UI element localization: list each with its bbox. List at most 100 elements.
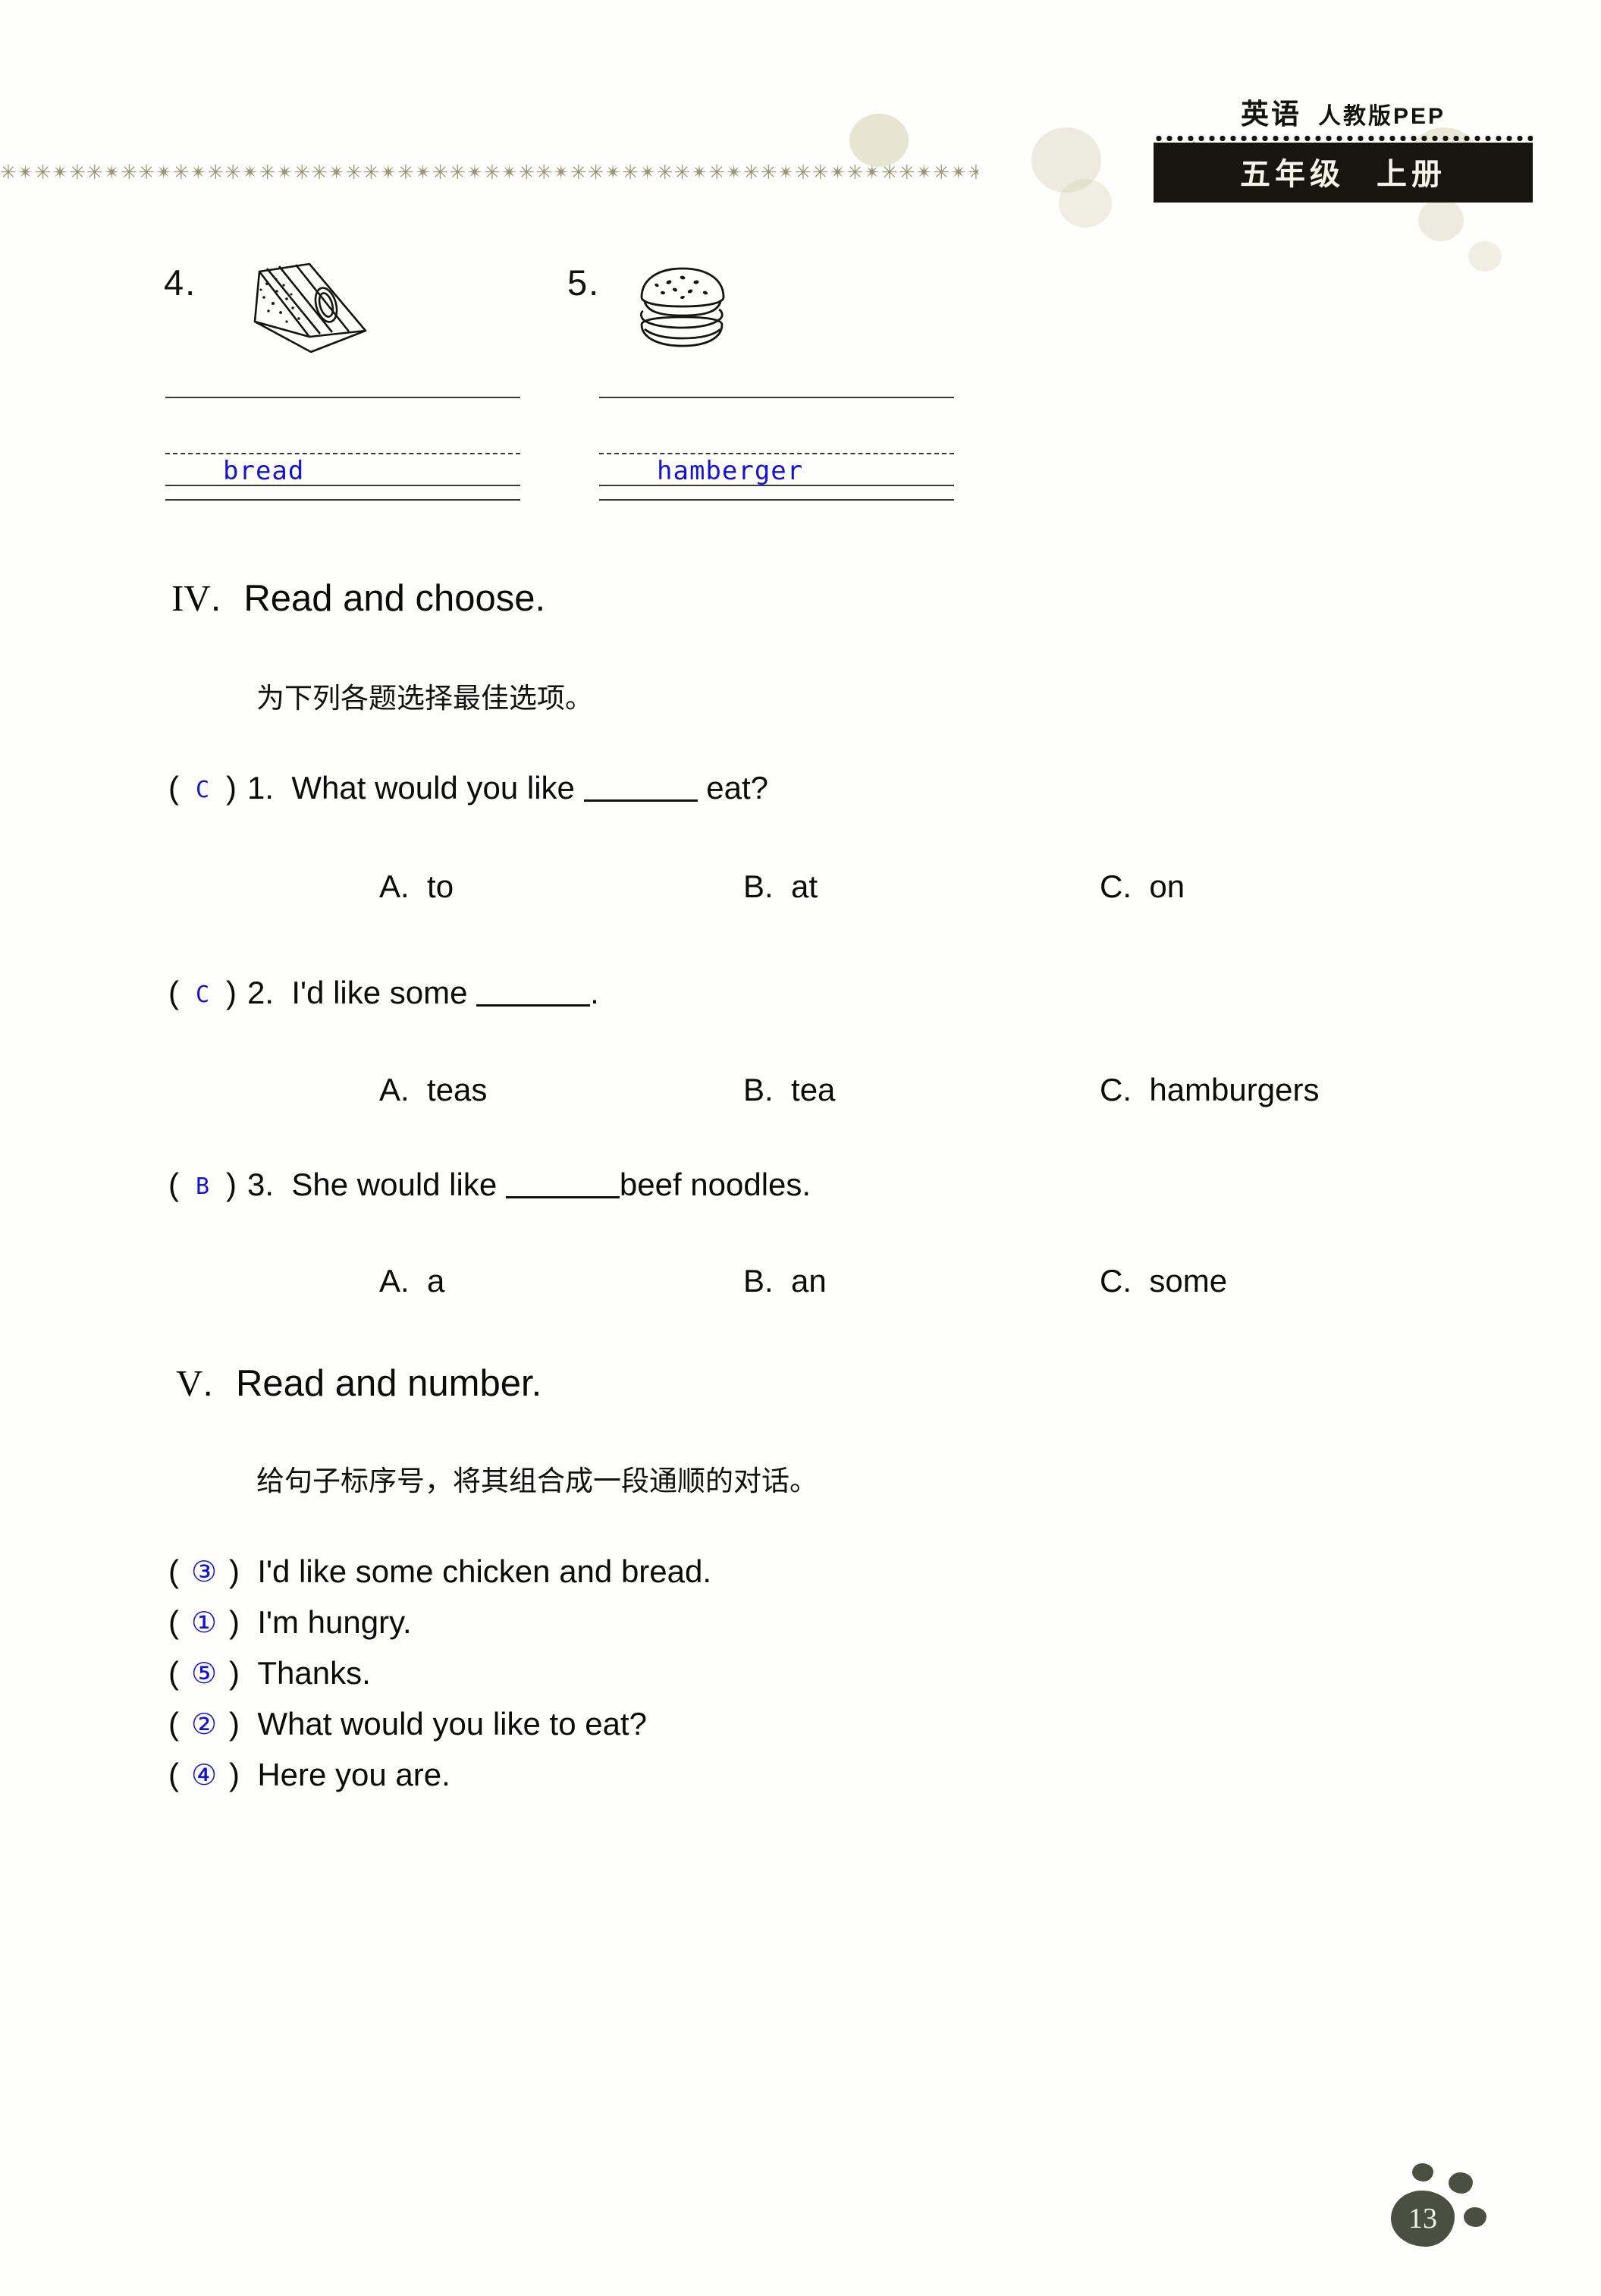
question-2-options: A. teas B. tea C. hamburgers [379, 1072, 1319, 1108]
question-3-option-c[interactable]: C. some [1100, 1263, 1227, 1299]
question-3-text-after: beef noodles. [619, 1167, 811, 1202]
question-3-options: A. a B. an C. some [379, 1263, 1227, 1299]
header-dot-rule [1154, 135, 1533, 142]
section-iv-dot: . [210, 578, 221, 619]
question-2: (C) 2. I'd like some . [168, 975, 599, 1011]
section-v-instruction: 给句子标序号，将其组合成一段通顺的对话。 [256, 1465, 818, 1497]
section-v-dot: . [202, 1363, 214, 1404]
question-3-answer[interactable]: B [179, 1173, 226, 1200]
answer-word-5[interactable]: hamberger [657, 456, 803, 486]
option-label: A. [379, 868, 410, 904]
hamburger-icon [636, 264, 730, 356]
item-number-4: 4. [164, 262, 197, 303]
paper-smudge [849, 114, 909, 167]
book-grade: 五年级 [1240, 158, 1345, 191]
paw-toe-icon [1464, 2207, 1486, 2227]
option-label: A. [379, 1072, 410, 1107]
question-1-number: 1. [247, 770, 275, 806]
question-1-answer[interactable]: C [179, 777, 226, 803]
answer-paren-open: ( [168, 770, 179, 806]
order-paren-open: ( [168, 1655, 179, 1691]
question-1-option-a[interactable]: A. to [379, 868, 743, 905]
order-sentence-1-text: I'd like some chicken and bread. [257, 1553, 712, 1589]
order-paren-open: ( [168, 1553, 179, 1589]
book-header: 英语 人教版PEP 五年级 上册 [1154, 91, 1533, 203]
question-3-blank[interactable] [505, 1170, 620, 1198]
question-2-option-b[interactable]: B. tea [743, 1072, 1100, 1108]
section-v-title: Read and number. [236, 1363, 542, 1404]
section-v-roman: V [176, 1362, 203, 1404]
answer-word-4[interactable]: bread [223, 456, 304, 486]
order-sentence-4: (②) What would you like to eat? [168, 1706, 647, 1742]
book-header-line2: 五年级 上册 [1161, 149, 1525, 193]
option-label: B. [743, 868, 774, 904]
header-banner: 五年级 上册 [1154, 143, 1533, 203]
writing-guide-5: hamberger [599, 397, 954, 501]
worksheet-page: ✳✴✳✴✳✳✴✳✳✴✳✴✳✳✴✳✴✳✳✴✳✳✴✳✴✳✳✴✳✴✳✳✴✳✳✴✳✴✳✳… [0, 0, 1601, 2296]
order-paren-close: ) [229, 1655, 240, 1691]
question-1-text-before: What would you like [291, 770, 575, 806]
book-volume: 上册 [1377, 158, 1446, 191]
option-label: A. [379, 1263, 410, 1299]
option-text: on [1149, 868, 1185, 904]
item-number-5: 5. [567, 262, 601, 303]
option-label: C. [1100, 1263, 1132, 1299]
sandwich-icon [220, 258, 379, 360]
option-text: an [791, 1263, 827, 1299]
guide-line-bottom [165, 499, 520, 501]
question-2-text-before: I'd like some [291, 975, 468, 1010]
guide-line-dashed [165, 453, 520, 454]
page-number: 13 [1408, 2203, 1437, 2235]
guide-line-bottom [599, 499, 954, 501]
section-iv-heading: IV. Read and choose. [171, 576, 545, 620]
question-1-blank[interactable] [583, 774, 698, 802]
question-3-option-a[interactable]: A. a [379, 1263, 743, 1299]
section-iv-roman: IV [171, 577, 211, 619]
paper-smudge [1059, 179, 1112, 228]
order-sentence-2: (①) I'm hungry. [168, 1604, 412, 1641]
question-3-number: 3. [247, 1167, 275, 1202]
order-sentence-4-text: What would you like to eat? [257, 1706, 647, 1742]
question-3-option-b[interactable]: B. an [743, 1263, 1100, 1299]
option-text: to [427, 868, 454, 904]
paper-smudge [1468, 241, 1502, 272]
order-paren-open: ( [168, 1706, 179, 1742]
question-1: (C) 1. What would you like eat? [168, 770, 768, 806]
order-sentence-3-number[interactable]: ⑤ [179, 1657, 229, 1690]
question-1-text-after: eat? [706, 770, 768, 806]
question-2-blank[interactable] [476, 978, 591, 1007]
book-header-line1: 英语 人教版PEP [1154, 91, 1533, 132]
order-sentence-3: (⑤) Thanks. [168, 1655, 371, 1691]
option-label: C. [1100, 1072, 1132, 1107]
question-2-answer[interactable]: C [179, 982, 226, 1008]
question-1-option-c[interactable]: C. on [1100, 868, 1185, 905]
answer-paren-close: ) [226, 1167, 237, 1202]
option-text: teas [427, 1072, 488, 1107]
option-text: at [791, 868, 818, 904]
order-sentence-3-text: Thanks. [257, 1655, 371, 1691]
paw-toe-icon [1412, 2163, 1433, 2181]
order-paren-close: ) [229, 1604, 240, 1640]
order-sentence-4-number[interactable]: ② [179, 1707, 229, 1741]
order-sentence-5: (④) Here you are. [168, 1757, 450, 1793]
order-sentence-5-number[interactable]: ④ [179, 1758, 229, 1792]
section-v-heading: V. Read and number. [176, 1362, 542, 1405]
answer-paren-open: ( [168, 1167, 179, 1202]
option-text: some [1149, 1263, 1228, 1299]
question-1-option-b[interactable]: B. at [743, 868, 1100, 905]
section-iv-title: Read and choose. [243, 578, 546, 619]
option-text: hamburgers [1149, 1072, 1320, 1107]
option-label: C. [1100, 868, 1132, 904]
answer-paren-close: ) [226, 975, 237, 1010]
decorative-star-border: ✳✴✳✴✳✳✴✳✳✴✳✴✳✳✴✳✴✳✳✴✳✳✴✳✴✳✳✴✳✴✳✳✴✳✳✴✳✴✳✳… [0, 162, 978, 182]
question-2-option-c[interactable]: C. hamburgers [1100, 1072, 1319, 1108]
order-paren-open: ( [168, 1604, 179, 1640]
question-2-option-a[interactable]: A. teas [379, 1072, 743, 1108]
order-paren-close: ) [229, 1706, 240, 1742]
guide-line-dashed [599, 453, 954, 454]
order-paren-close: ) [229, 1553, 240, 1589]
answer-paren-close: ) [226, 770, 237, 806]
order-sentence-2-number[interactable]: ① [179, 1606, 229, 1639]
order-sentence-1-number[interactable]: ③ [179, 1555, 229, 1588]
order-paren-open: ( [168, 1757, 179, 1792]
